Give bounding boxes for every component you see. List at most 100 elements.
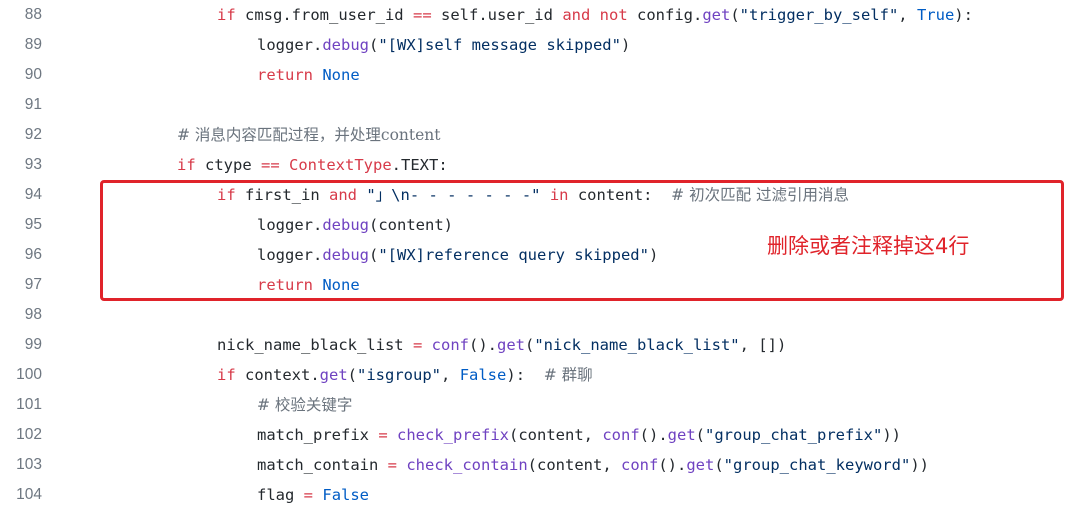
code-token: == bbox=[261, 156, 280, 174]
code-token: (content, bbox=[527, 456, 621, 474]
code-token: conf bbox=[431, 336, 469, 354]
code-token: get bbox=[686, 456, 715, 474]
code-token: if bbox=[217, 366, 236, 384]
code-token: "group_chat_prefix" bbox=[705, 426, 883, 444]
code-line: 100 if context.get("isgroup", False): # 群… bbox=[0, 360, 1090, 390]
code-token: , []) bbox=[739, 336, 787, 354]
line-number: 102 bbox=[16, 426, 42, 443]
code-token: get bbox=[496, 336, 525, 354]
line-number: 88 bbox=[24, 6, 42, 23]
code-token: conf bbox=[621, 456, 659, 474]
code-token: , bbox=[441, 366, 460, 384]
code-text: return None bbox=[257, 60, 360, 90]
code-token: ( bbox=[695, 426, 705, 444]
code-token: (content, bbox=[509, 426, 603, 444]
line-number: 100 bbox=[16, 366, 42, 383]
code-line: 102 match_prefix = check_prefix(content, … bbox=[0, 420, 1090, 450]
code-token: match_prefix bbox=[257, 426, 379, 444]
line-number: 96 bbox=[24, 246, 42, 263]
code-token: "nick_name_black_list" bbox=[534, 336, 740, 354]
code-token: = bbox=[378, 426, 388, 444]
code-token: if bbox=[177, 156, 196, 174]
code-token: = bbox=[412, 336, 423, 354]
code-token: ( bbox=[730, 6, 740, 24]
code-text: if ctype == ContextType.TEXT: bbox=[177, 150, 448, 180]
code-token: "trigger_by_self" bbox=[739, 6, 899, 24]
line-number: 95 bbox=[24, 216, 42, 233]
code-token: logger. bbox=[257, 36, 323, 54]
line-number: 99 bbox=[24, 336, 42, 353]
code-token: get bbox=[319, 366, 348, 384]
code-text: # 消息内容匹配过程，并处理content bbox=[177, 120, 441, 150]
code-line: 99 nick_name_black_list = conf().get("nic… bbox=[0, 330, 1090, 360]
code-text: logger.debug("[WX]self message skipped") bbox=[257, 30, 630, 60]
line-number: 91 bbox=[24, 96, 42, 113]
code-token: config. bbox=[627, 6, 703, 24]
line-number: 98 bbox=[24, 306, 42, 323]
code-token: ): bbox=[506, 366, 544, 384]
code-text: flag = False bbox=[257, 480, 369, 510]
code-line: 104 flag = False bbox=[0, 480, 1090, 510]
line-number: 90 bbox=[24, 66, 42, 83]
code-token: (). bbox=[468, 336, 497, 354]
code-line: 91 bbox=[0, 90, 1090, 120]
code-token: "[WX]self message skipped" bbox=[378, 36, 621, 54]
code-token: ContextType bbox=[289, 156, 392, 174]
code-token: match_contain bbox=[257, 456, 388, 474]
code-token: "isgroup" bbox=[357, 366, 442, 384]
code-line: 93 if ctype == ContextType.TEXT: bbox=[0, 150, 1090, 180]
code-token: conf bbox=[602, 426, 640, 444]
code-text: if cmsg.from_user_id == self.user_id and… bbox=[217, 0, 973, 30]
code-token: not bbox=[599, 6, 628, 24]
code-line: 92 # 消息内容匹配过程，并处理content bbox=[0, 120, 1090, 150]
code-token: (). bbox=[658, 456, 687, 474]
code-token: )) bbox=[910, 456, 929, 474]
code-line: 88 if cmsg.from_user_id == self.user_id a… bbox=[0, 0, 1090, 30]
code-token: False bbox=[322, 486, 370, 504]
line-number: 101 bbox=[16, 396, 42, 413]
code-token: cmsg.from_user_id bbox=[235, 6, 413, 24]
line-number: 89 bbox=[24, 36, 42, 53]
code-token: (). bbox=[639, 426, 668, 444]
code-token: )) bbox=[882, 426, 901, 444]
code-token: self.user_id bbox=[431, 6, 563, 24]
line-number: 97 bbox=[24, 276, 42, 293]
code-token: get bbox=[702, 6, 731, 24]
code-token: == bbox=[412, 6, 432, 24]
code-token: # 消息内容匹配过程，并处理content bbox=[177, 126, 441, 144]
line-number: 94 bbox=[24, 186, 42, 203]
code-token: # 校验关键字 bbox=[257, 396, 353, 414]
code-text: nick_name_black_list = conf().get("nick_… bbox=[217, 330, 786, 360]
code-token: check_contain bbox=[406, 456, 528, 474]
code-token: ( bbox=[347, 366, 358, 384]
code-token: None bbox=[322, 66, 360, 84]
code-line: 101 # 校验关键字 bbox=[0, 390, 1090, 420]
line-number: 92 bbox=[24, 126, 42, 143]
code-token: ctype bbox=[195, 156, 261, 174]
code-token: get bbox=[667, 426, 696, 444]
code-token: debug bbox=[322, 36, 369, 54]
code-token: if bbox=[217, 6, 236, 24]
code-token: , bbox=[898, 6, 917, 24]
code-line: 98 bbox=[0, 300, 1090, 330]
code-token: True bbox=[916, 6, 955, 24]
code-token: # 群聊 bbox=[543, 366, 593, 384]
code-token: return bbox=[257, 66, 313, 84]
code-token: = bbox=[303, 486, 314, 504]
code-line: 103 match_contain = check_contain(content… bbox=[0, 450, 1090, 480]
code-text: # 校验关键字 bbox=[257, 390, 352, 420]
code-line: 89 logger.debug("[WX]self message skipped… bbox=[0, 30, 1090, 60]
code-token: flag bbox=[257, 486, 304, 504]
code-token: nick_name_black_list bbox=[217, 336, 413, 354]
code-token: context. bbox=[235, 366, 320, 384]
line-number: 93 bbox=[24, 156, 42, 173]
code-token: ( bbox=[714, 456, 724, 474]
code-token: False bbox=[459, 366, 507, 384]
code-token: ) bbox=[620, 36, 631, 54]
code-text: match_prefix = check_prefix(content, con… bbox=[257, 420, 901, 450]
